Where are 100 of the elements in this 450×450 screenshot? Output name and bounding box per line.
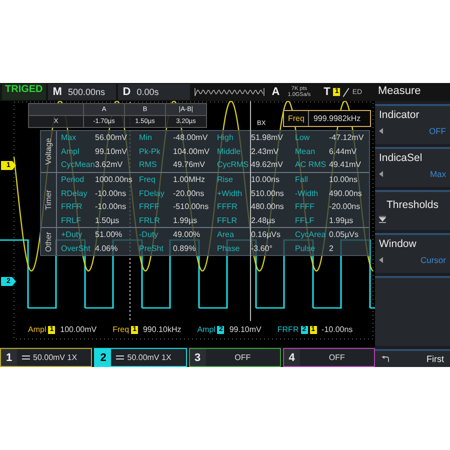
measurement-label: FRLF — [60, 216, 82, 225]
measurement-value: 1.00MHz — [173, 175, 206, 184]
measurement-value: 0.89% — [173, 244, 196, 254]
delay-value: 0.00s — [136, 87, 159, 97]
measurement-label: Fall — [294, 175, 309, 184]
measurement-label: -Width — [294, 188, 320, 198]
trigger-status: TRIGED — [2, 84, 46, 100]
measurement-label: FRLR — [138, 216, 161, 225]
group-label: Other — [44, 232, 53, 252]
measurement-value: -10.00ns — [95, 188, 126, 198]
measurement-label: -Duty — [138, 230, 160, 240]
measurement-value: 1.99µs — [173, 216, 198, 225]
cursor-line[interactable] — [250, 101, 251, 321]
acquire-label: A — [272, 86, 280, 98]
menu-option[interactable]: IndicaSel Max — [375, 147, 450, 187]
timebase-box[interactable]: M 500.00ns — [48, 84, 116, 100]
measurement-value: 2 — [329, 244, 334, 254]
measurement-value: -47.12mV — [329, 133, 364, 142]
measurement-label: FRFR — [60, 202, 84, 212]
readout-label: Ampl — [28, 325, 46, 334]
measurement-label: Max — [60, 133, 78, 142]
channel-setting: 50.00mV 1X — [33, 353, 78, 362]
measurement-value: 51.00% — [95, 230, 122, 240]
channel-setting: OFF — [234, 353, 251, 362]
frequency-value: 999.9982kHz — [312, 114, 362, 123]
measurement-value: 1.99µs — [329, 216, 354, 225]
measurement-value: 480.00ns — [251, 202, 284, 212]
measurement-value: 0.05µVs — [329, 230, 359, 240]
delay-box[interactable]: D 0.00s — [118, 84, 190, 100]
option-label: IndicaSel — [379, 152, 424, 164]
measurement-value: 0.16µVs — [251, 230, 281, 240]
measurement-value: -3.60° — [251, 244, 272, 254]
measurement-value: 2.48µs — [251, 216, 276, 225]
measurement-label: RMS — [138, 160, 158, 170]
measurement-label: FFLR — [216, 216, 238, 225]
menu-option[interactable]: Thresholds — [375, 190, 450, 230]
dc-coupling-icon — [22, 355, 30, 360]
measurement-label: Pk-Pk — [138, 146, 162, 156]
measurement-value: 3.62mV — [95, 160, 123, 170]
channel-tab[interactable]: 4 OFF — [282, 348, 375, 367]
measurement-label: Middle — [216, 146, 242, 156]
waveform-overview-icon — [194, 86, 266, 98]
measurement-label: High — [216, 133, 234, 142]
readout-label: Freq — [112, 325, 130, 334]
channel-tab[interactable]: 2 50.00mV 1X — [94, 348, 186, 367]
readout-value: 99.10mV — [229, 325, 262, 334]
measurement-label: RDelay — [60, 188, 88, 198]
measurement-label: Min — [138, 133, 153, 142]
channel-number: 3 — [190, 349, 206, 366]
channel-tab[interactable]: 3 OFF — [188, 348, 281, 367]
group-label: Voltage — [44, 138, 53, 165]
measurement-label: AC RMS — [294, 160, 328, 170]
measurement-value: 1000.00ns — [95, 175, 132, 184]
group-label: Timer — [44, 190, 53, 210]
measurement-value: 6.44mV — [329, 146, 357, 156]
measurement-value: -20.00ns — [173, 188, 204, 198]
measurement-label: Area — [216, 230, 235, 240]
measurement-value: 1.50µs — [95, 216, 120, 225]
readout-value: 100.00mV — [60, 325, 97, 334]
measurement-value: -510.00ns — [173, 202, 209, 212]
measurement-label: CycArea — [294, 230, 327, 240]
readout-value: -10.00ns — [322, 325, 353, 334]
option-label: Indicator — [379, 109, 420, 121]
measurement-value: 49.62mV — [251, 160, 284, 170]
measurement-label: FFLF — [294, 216, 316, 225]
measurement-value: 51.98mV — [251, 133, 284, 142]
timebase-value: 500.00ns — [68, 87, 105, 97]
measurement-value: -10.00ns — [95, 202, 126, 212]
first-button[interactable]: First — [375, 349, 450, 367]
measurement-label: Ampl — [60, 146, 80, 156]
option-value: Cursor — [420, 255, 446, 265]
measurement-value: 4.06% — [95, 244, 118, 254]
channel-tab[interactable]: 1 50.00mV 1X — [0, 348, 92, 367]
readout-value: 990.10kHz — [142, 325, 182, 334]
measurement-label: FRFF — [138, 202, 160, 212]
measurement-label: PreSht — [138, 244, 164, 254]
left-triangle-icon — [379, 171, 383, 177]
measurement-value: 99.10mV — [95, 146, 128, 156]
channel-number: 4 — [284, 349, 300, 366]
menu-option[interactable]: Indicator OFF — [375, 104, 450, 144]
measurement-label: FDelay — [138, 188, 166, 198]
measurement-value: 49.00% — [173, 230, 200, 240]
measurement-label: OverSht — [60, 244, 92, 254]
channel-setting: OFF — [328, 353, 345, 362]
channel-setting: 50.00mV 1X — [127, 353, 172, 362]
measurement-label: CycRMS — [216, 160, 250, 170]
measurement-value: -20.00ns — [329, 202, 360, 212]
menu-title: Measure — [375, 83, 450, 101]
dc-coupling-icon — [116, 355, 124, 360]
option-label: Window — [379, 238, 418, 250]
rising-edge-icon — [343, 88, 350, 96]
measurement-label: Pulse — [294, 244, 316, 254]
measurement-value: 49.41mV — [329, 160, 362, 170]
left-triangle-icon — [379, 128, 383, 134]
readout-label: Ampl — [197, 325, 216, 334]
measurement-label: CycMean — [60, 160, 95, 170]
menu-option[interactable]: Window Cursor — [375, 233, 450, 273]
channel-number: 2 — [95, 349, 112, 366]
timebase-label: M — [52, 86, 62, 98]
measurement-value: -48.00mV — [173, 133, 208, 142]
